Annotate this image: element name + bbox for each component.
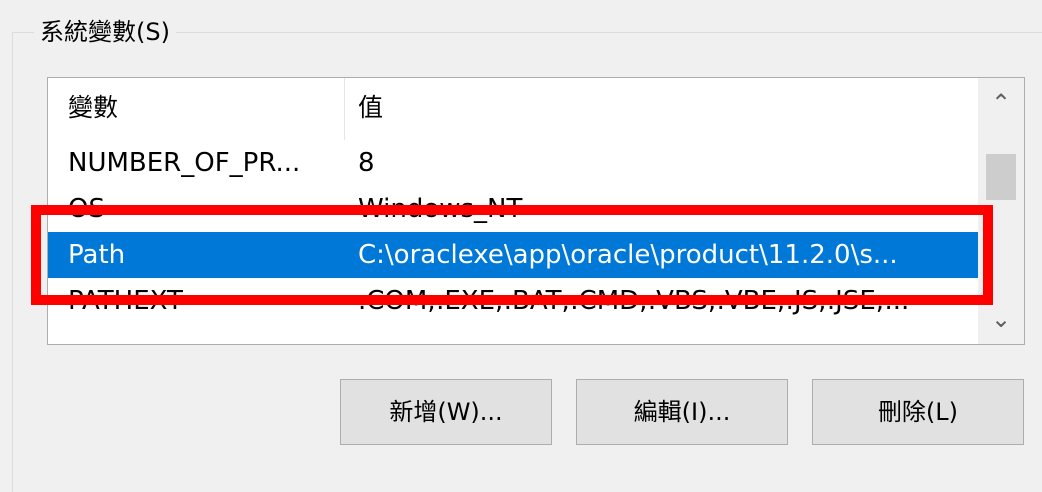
scroll-thumb[interactable] — [986, 154, 1016, 200]
table-row[interactable]: PATHEXT .COM;.EXE;.BAT;.CMD;.VBS;.VBE;.J… — [48, 278, 978, 324]
variable-name: OS — [68, 194, 105, 224]
chevron-up-icon[interactable]: ⌃ — [978, 78, 1024, 128]
system-variables-list[interactable]: 變數 值 NUMBER_OF_PR... 8 OS Windows_NT Pat… — [47, 77, 1025, 345]
variable-name: PATHEXT — [68, 286, 183, 316]
variable-name: Path — [68, 240, 126, 270]
list-header: 變數 值 — [48, 78, 978, 140]
edit-variable-button[interactable]: 編輯(I)... — [576, 379, 788, 445]
table-row[interactable]: NUMBER_OF_PR... 8 — [48, 140, 978, 186]
variable-value: Windows_NT — [358, 194, 523, 224]
column-header-value[interactable]: 值 — [358, 88, 383, 128]
variable-value: C:\oraclexe\app\oracle\product\11.2.0\s.… — [358, 240, 898, 270]
delete-variable-button[interactable]: 刪除(L) — [812, 379, 1024, 445]
column-divider[interactable] — [344, 78, 345, 140]
vertical-scrollbar[interactable]: ⌃ ⌄ — [978, 78, 1024, 344]
table-row[interactable]: OS Windows_NT — [48, 186, 978, 232]
group-title: 系統變數(S) — [34, 14, 176, 50]
variable-value: 8 — [358, 148, 375, 178]
table-row-selected[interactable]: Path C:\oraclexe\app\oracle\product\11.2… — [48, 232, 978, 278]
variable-value: .COM;.EXE;.BAT;.CMD;.VBS;.VBE;.JS;.JSE;.… — [358, 286, 910, 316]
chevron-down-icon[interactable]: ⌄ — [978, 294, 1024, 344]
new-variable-button[interactable]: 新增(W)... — [340, 379, 552, 445]
column-header-variable[interactable]: 變數 — [68, 88, 118, 128]
variable-name: NUMBER_OF_PR... — [68, 148, 301, 178]
